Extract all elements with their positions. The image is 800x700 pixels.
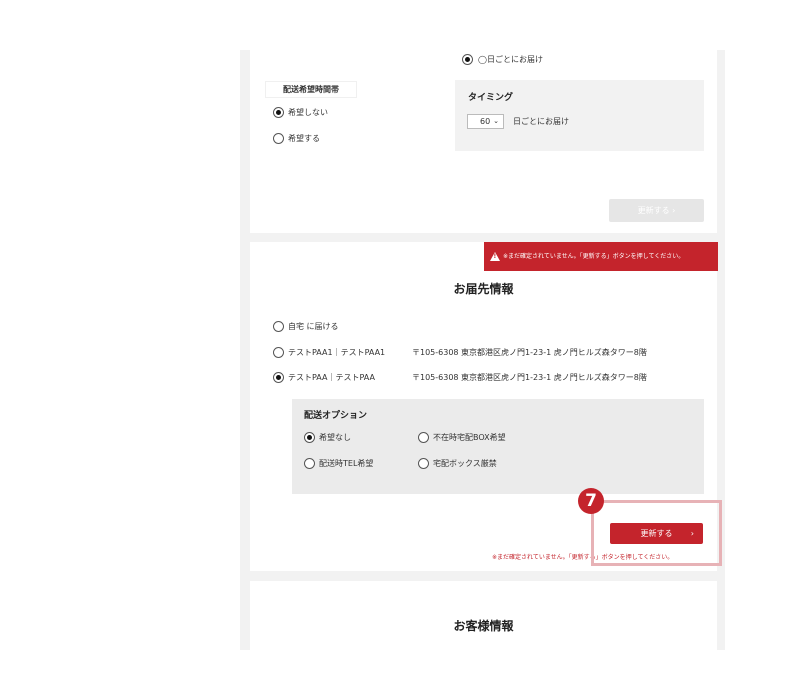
update-button-disabled[interactable]: 更新する › (609, 199, 704, 222)
address-text-paa1: 〒105-6308 東京都港区虎ノ門1-23-1 虎ノ門ヒルズ森タワー8階 (412, 348, 647, 357)
highlight-frame (591, 500, 722, 566)
option-radio-nobox[interactable] (418, 458, 429, 469)
delivery-schedule-card: ◯日ごとにお届け 配送希望時間帯 希望しない 希望する タイミング 60 ⌄ 日… (250, 50, 717, 233)
time-option-radio-none[interactable] (273, 107, 284, 118)
chevron-down-icon: ⌄ (493, 117, 499, 125)
address-name-paa1: テストPAA1｜テストPAA1 (288, 348, 386, 357)
unconfirmed-alert: ※まだ確定されていません。「更新する」ボタンを押してください。 (484, 242, 718, 271)
option-radio-none[interactable] (304, 432, 315, 443)
delivery-options-heading: 配送オプション (304, 411, 368, 421)
address-name-paa: テストPAA｜テストPAA (288, 373, 375, 382)
address-radio-paa1[interactable] (273, 347, 284, 358)
customer-info-card: お客様情報 (250, 581, 717, 650)
option-radio-tel[interactable] (304, 458, 315, 469)
time-option-radio-yes[interactable] (273, 133, 284, 144)
timing-panel: タイミング 60 ⌄ 日ごとにお届け (455, 80, 704, 151)
interval-select-value: 60 (480, 117, 491, 126)
interval-select[interactable]: 60 ⌄ (467, 114, 504, 129)
step-badge: 7 (578, 488, 604, 514)
warning-icon (490, 252, 500, 261)
shipping-address-title: お届先情報 (453, 282, 514, 296)
interval-radio[interactable] (462, 54, 473, 65)
time-option-label-yes: 希望する (288, 134, 320, 143)
option-label-box: 不在時宅配BOX希望 (433, 433, 506, 442)
page-frame: ◯日ごとにお届け 配送希望時間帯 希望しない 希望する タイミング 60 ⌄ 日… (50, 50, 750, 650)
right-column (725, 50, 750, 650)
address-radio-home[interactable] (273, 321, 284, 332)
address-radio-paa[interactable] (273, 372, 284, 383)
customer-info-title: お客様情報 (453, 619, 514, 633)
option-radio-box[interactable] (418, 432, 429, 443)
timing-heading: タイミング (468, 93, 514, 103)
option-label-tel: 配送時TEL希望 (319, 459, 374, 468)
option-label-none: 希望なし (319, 433, 351, 442)
alert-text: ※まだ確定されていません。「更新する」ボタンを押してください。 (503, 253, 685, 260)
interval-option-label: ◯日ごとにお届け (478, 55, 543, 64)
delivery-options-panel: 配送オプション 希望なし 不在時宅配BOX希望 配送時TEL希望 宅配ボックス厳… (292, 399, 704, 494)
address-text-paa: 〒105-6308 東京都港区虎ノ門1-23-1 虎ノ門ヒルズ森タワー8階 (412, 373, 647, 382)
time-option-label-none: 希望しない (288, 108, 328, 117)
interval-suffix: 日ごとにお届け (513, 117, 569, 126)
left-column (50, 50, 240, 650)
option-label-nobox: 宅配ボックス厳禁 (433, 459, 497, 468)
delivery-time-heading: 配送希望時間帯 (265, 81, 357, 98)
address-name-home: 自宅 に届ける (288, 322, 339, 331)
